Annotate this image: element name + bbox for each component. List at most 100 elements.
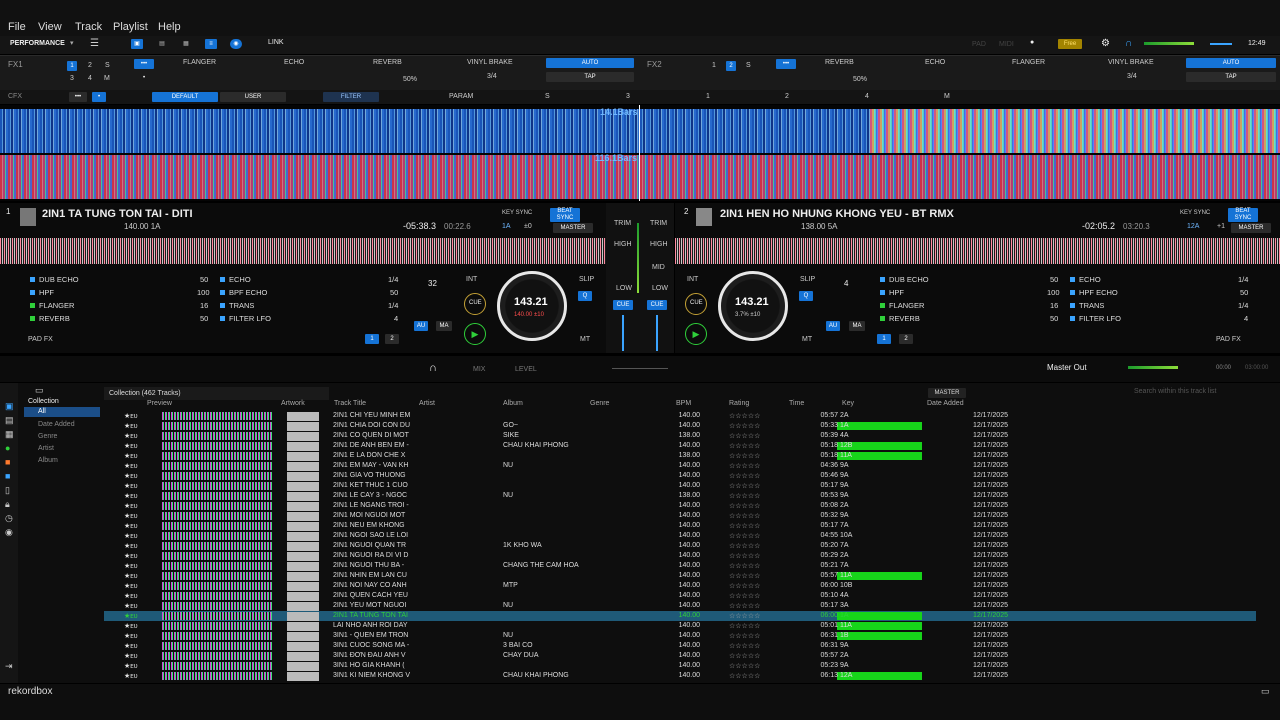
fx2-auto-button[interactable]: AUTO <box>1186 58 1276 68</box>
deck1-jog-wheel[interactable]: 143.21 140.00 ±10 <box>497 271 567 341</box>
table-row[interactable]: ★ᴇᴜ 2IN1 E LA DON CHE X 138.00 05:18 11A 12/1… <box>104 451 1256 461</box>
deck2-fx-flanger[interactable]: FLANGER <box>889 301 924 310</box>
deck2-master-button[interactable]: MASTER <box>1231 223 1271 233</box>
deck2-padfx[interactable]: PAD FX <box>1216 336 1241 343</box>
deck2-ma-button[interactable]: MA <box>849 321 865 331</box>
deck1-play-button[interactable]: ▶ <box>464 323 486 345</box>
row-rating-stars[interactable]: ☆☆☆☆☆ <box>729 452 760 460</box>
table-row[interactable]: ★ᴇᴜ LAI NHO ANH ROI DAY 140.00 05:01 11A 12/1… <box>104 621 1256 631</box>
table-row[interactable]: ★ᴇᴜ 2IN1 QUEN CACH YEU 140.00 05:10 4A 12/17/… <box>104 591 1256 601</box>
row-tag-icon[interactable]: ★ᴇᴜ <box>124 552 138 560</box>
deck1-fx-flanger[interactable]: FLANGER <box>39 301 74 310</box>
fx1-beat-3[interactable]: 3 <box>70 75 74 82</box>
row-preview-wave[interactable] <box>162 492 272 500</box>
deck2-int[interactable]: INT <box>687 276 698 283</box>
mixer-low-1[interactable]: LOW <box>616 285 632 292</box>
deck1-beat-jump[interactable]: 32 <box>428 279 437 288</box>
deck1-quantize-button[interactable]: Q <box>578 291 592 301</box>
fx1-slot-3[interactable]: REVERB <box>373 59 402 66</box>
row-rating-stars[interactable]: ☆☆☆☆☆ <box>729 572 760 580</box>
fx1-menu-button[interactable]: ••• <box>134 59 154 69</box>
row-tag-icon[interactable]: ★ᴇᴜ <box>124 412 138 420</box>
row-preview-wave[interactable] <box>162 452 272 460</box>
tree-artist[interactable]: Artist <box>38 445 54 452</box>
deck1-page-2[interactable]: 2 <box>385 334 399 344</box>
row-tag-icon[interactable]: ★ᴇᴜ <box>124 522 138 530</box>
row-tag-icon[interactable]: ★ᴇᴜ <box>124 452 138 460</box>
row-tag-icon[interactable]: ★ᴇᴜ <box>124 612 138 620</box>
fx1-unit-s[interactable]: S <box>105 62 110 69</box>
row-rating-stars[interactable]: ☆☆☆☆☆ <box>729 562 760 570</box>
row-preview-wave[interactable] <box>162 522 272 530</box>
row-preview-wave[interactable] <box>162 572 272 580</box>
layout-2-icon[interactable]: ▤ <box>156 39 168 49</box>
deck1-mt[interactable]: MT <box>580 336 590 343</box>
col-preview[interactable]: Preview <box>147 400 172 411</box>
table-row[interactable]: ★ᴇᴜ 2IN1 NGUOI QUAN TR 1K KHO WA 140.00 05:2… <box>104 541 1256 551</box>
deck1-keysync[interactable]: KEY SYNC <box>502 210 532 216</box>
row-preview-wave[interactable] <box>162 412 272 420</box>
deck1-fx-filter-lfo[interactable]: FILTER LFO <box>229 314 271 323</box>
history-icon[interactable]: ◷ <box>5 513 13 524</box>
row-rating-stars[interactable]: ☆☆☆☆☆ <box>729 422 760 430</box>
cfx-num-4[interactable]: 4 <box>865 93 869 100</box>
menu-view[interactable]: View <box>38 21 62 33</box>
channel-fader-1[interactable] <box>622 315 624 351</box>
row-rating-stars[interactable]: ☆☆☆☆☆ <box>729 472 760 480</box>
waveform-overview[interactable]: 14.1Bars 116.1Bars <box>0 105 1280 201</box>
gear-icon[interactable]: ⚙ <box>1101 38 1110 49</box>
row-rating-stars[interactable]: ☆☆☆☆☆ <box>729 432 760 440</box>
mixer-low-2[interactable]: LOW <box>652 285 668 292</box>
tree-collection[interactable]: Collection <box>28 398 59 405</box>
table-row[interactable]: ★ᴇᴜ 2IN1 LE CAY 3 - NGOC NU 138.00 05:53 9A 12… <box>104 491 1256 501</box>
fullscreen-icon[interactable]: ▭ <box>1261 686 1270 697</box>
row-preview-wave[interactable] <box>162 642 272 650</box>
mixer-trim-1[interactable]: TRIM <box>614 220 631 227</box>
row-tag-icon[interactable]: ★ᴇᴜ <box>124 602 138 610</box>
col-artwork[interactable]: Artwork <box>281 400 305 411</box>
fx2-tap-button[interactable]: TAP <box>1186 72 1276 82</box>
row-preview-wave[interactable] <box>162 652 272 660</box>
menu-help[interactable]: Help <box>158 21 181 33</box>
table-row[interactable]: ★ᴇᴜ 2IN1 NGOI SAO LE LOI 140.00 04:55 10A 12/… <box>104 531 1256 541</box>
row-rating-stars[interactable]: ☆☆☆☆☆ <box>729 602 760 610</box>
record-library-icon[interactable]: ◉ <box>5 527 13 538</box>
deck1-page-1[interactable]: 1 <box>365 334 379 344</box>
devices-icon[interactable]: ▯ <box>5 485 10 496</box>
deck2-fx-trans[interactable]: TRANS <box>1079 301 1104 310</box>
col-title[interactable]: Track Title <box>334 400 366 411</box>
deck1-au-button[interactable]: AU <box>414 321 428 331</box>
deck1-slip[interactable]: SLIP <box>579 276 594 283</box>
table-row[interactable]: ★ᴇᴜ 2IN1 LE NGANG TROI - 140.00 05:08 2A 12/1… <box>104 501 1256 511</box>
row-tag-icon[interactable]: ★ᴇᴜ <box>124 582 138 590</box>
row-preview-wave[interactable] <box>162 582 272 590</box>
fx1-beat-m[interactable]: M <box>104 75 110 82</box>
col-album[interactable]: Album <box>503 400 523 411</box>
mixer-icon[interactable]: ≡ <box>205 39 217 49</box>
cfx-dot-button[interactable]: • <box>92 92 106 102</box>
row-preview-wave[interactable] <box>162 592 272 600</box>
fx1-slot-2[interactable]: ECHO <box>284 59 304 66</box>
row-tag-icon[interactable]: ★ᴇᴜ <box>124 422 138 430</box>
table-row[interactable]: ★ᴇᴜ 2IN1 GIA VO THUONG 140.00 05:46 9A 12/17/… <box>104 471 1256 481</box>
chevron-down-icon[interactable]: ▾ <box>70 39 74 47</box>
row-rating-stars[interactable]: ☆☆☆☆☆ <box>729 412 760 420</box>
row-tag-icon[interactable]: ★ᴇᴜ <box>124 532 138 540</box>
col-time[interactable]: Time <box>789 400 804 411</box>
fx2-slot-1[interactable]: REVERB <box>825 59 854 66</box>
headphones-icon[interactable]: ∩ <box>1125 38 1132 49</box>
col-genre[interactable]: Genre <box>590 400 609 411</box>
tree-date-added[interactable]: Date Added <box>38 421 75 428</box>
sync-icon[interactable]: ● <box>5 443 10 453</box>
row-rating-stars[interactable]: ☆☆☆☆☆ <box>729 522 760 530</box>
row-rating-stars[interactable]: ☆☆☆☆☆ <box>729 462 760 470</box>
row-preview-wave[interactable] <box>162 512 272 520</box>
row-tag-icon[interactable]: ★ᴇᴜ <box>124 652 138 660</box>
row-rating-stars[interactable]: ☆☆☆☆☆ <box>729 652 760 660</box>
fx1-dot[interactable]: • <box>138 73 150 83</box>
row-tag-icon[interactable]: ★ᴇᴜ <box>124 562 138 570</box>
row-preview-wave[interactable] <box>162 552 272 560</box>
deck1-ma-button[interactable]: MA <box>436 321 452 331</box>
table-row[interactable]: ★ᴇᴜ 2IN1 CO QUEN DI MOT SIKE 138.00 05:39 4A 1… <box>104 431 1256 441</box>
row-preview-wave[interactable] <box>162 562 272 570</box>
